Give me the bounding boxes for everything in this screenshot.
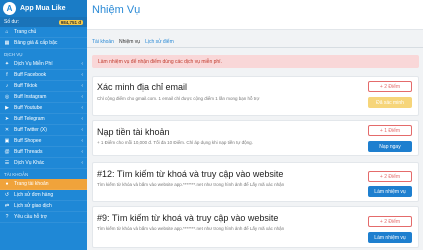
sidebar-item-threads[interactable]: @ Buff Threads ‹ (0, 147, 87, 158)
tab-points-history[interactable]: Lịch sử điểm (145, 39, 174, 45)
gift-icon: ✦ (4, 61, 10, 67)
sidebar-item-label: Yêu cầu hỗ trợ (14, 214, 48, 220)
task-description: Tìm kiếm từ khóa và bấm vào website app.… (97, 182, 285, 187)
chevron-left-icon: ‹ (81, 116, 83, 122)
transaction-icon: ⇄ (4, 203, 10, 209)
sidebar-item-label: Buff Facebook (14, 72, 47, 78)
points-badge: + 2 Điểm (368, 171, 412, 182)
sidebar-item-label: Lịch sử đơn hàng (14, 192, 54, 198)
sidebar-item-telegram[interactable]: ➤ Buff Telegram ‹ (0, 114, 87, 125)
sidebar-item-twitter[interactable]: ✕ Buff Twitter (X) ‹ (0, 125, 87, 136)
tabs: Tài khoản Nhiệm vụ Lịch sử điểm (92, 39, 174, 45)
verified-button[interactable]: Đã xác minh (368, 97, 412, 108)
balance-label: Số dư: (4, 19, 20, 25)
threads-icon: @ (4, 149, 10, 155)
sidebar-item-youtube[interactable]: ▶ Buff Youtube ‹ (0, 103, 87, 114)
sidebar-item-label: Trang tài khoản (14, 181, 49, 187)
page-title: Nhiệm Vụ (92, 4, 141, 16)
sidebar-item-label: Lịch sử giao dịch (14, 203, 52, 209)
sidebar-section-services: Dịch vụ (4, 52, 23, 57)
chevron-left-icon: ‹ (81, 94, 83, 100)
app-logo-icon: A (3, 2, 16, 15)
sidebar-item-support[interactable]: ? Yêu cầu hỗ trợ (0, 212, 87, 223)
sidebar-item-shopee[interactable]: ▣ Buff Shopee ‹ (0, 136, 87, 147)
sidebar-item-label: Buff Youtube (14, 105, 43, 111)
sidebar-item-label: Buff Telegram (14, 116, 45, 122)
sidebar-item-label: Buff Shopee (14, 138, 42, 144)
sidebar-item-label: Buff Threads (14, 149, 43, 155)
support-icon: ? (5, 214, 9, 220)
sidebar-item-instagram[interactable]: ◎ Buff Instagram ‹ (0, 92, 87, 103)
top-up-now-button[interactable]: Nạp ngay (368, 141, 412, 152)
tab-account[interactable]: Tài khoản (92, 39, 114, 45)
sidebar-item-pricing[interactable]: ▦ Bảng giá & cấp bậc (0, 38, 87, 49)
task-card-top-up: Nạp tiền tài khoản + 1 Điểm cho mỗi 10,0… (92, 120, 419, 156)
points-badge: + 1 Điểm (368, 125, 412, 136)
shopee-icon: ▣ (4, 138, 10, 144)
sidebar-item-home[interactable]: ⌂ Trang chủ (0, 27, 87, 38)
chevron-left-icon: ‹ (81, 160, 83, 166)
chevron-left-icon: ‹ (81, 138, 83, 144)
youtube-icon: ▶ (5, 105, 9, 111)
task-description: + 1 Điểm cho mỗi 10,000 đ. Tối đa 10 Điể… (97, 140, 253, 145)
topbar: Nhiệm Vụ (87, 0, 423, 30)
twitter-icon: ✕ (4, 127, 10, 133)
sidebar-item-other-services[interactable]: ☰ Dịch Vụ Khác ‹ (0, 158, 87, 169)
chevron-left-icon: ‹ (81, 127, 83, 133)
tabs-divider (87, 47, 423, 48)
sidebar-item-label: Trang chủ (14, 29, 37, 35)
info-alert: Làm nhiệm vụ để nhận điểm dùng các dịch … (92, 55, 419, 68)
task-title: Nạp tiền tài khoản (97, 127, 170, 137)
sidebar-item-free-services[interactable]: ✦ Dịch Vụ Miễn Phí ‹ (0, 59, 87, 70)
instagram-icon: ◎ (4, 94, 10, 100)
tab-tasks[interactable]: Nhiệm vụ (119, 39, 140, 45)
sidebar-item-tiktok[interactable]: ♪ Buff Tiktok ‹ (0, 81, 87, 92)
grid-icon: ▦ (4, 40, 10, 46)
balance-badge: 984,751 đ (58, 19, 83, 25)
sidebar-item-order-history[interactable]: ↺ Lịch sử đơn hàng (0, 190, 87, 201)
user-icon: ● (5, 181, 9, 187)
points-badge: + 2 Điểm (368, 81, 412, 92)
sidebar-item-transaction-history[interactable]: ⇄ Lịch sử giao dịch (0, 201, 87, 212)
task-title: Xác minh địa chỉ email (97, 82, 188, 92)
task-title: #9: Tìm kiếm từ khoá và truy cập vào web… (97, 213, 279, 223)
brand[interactable]: A App Mua Like (0, 0, 87, 17)
chevron-left-icon: ‹ (81, 149, 83, 155)
main-content: Nhiệm Vụ Tài khoản Nhiệm vụ Lịch sử điểm… (87, 0, 423, 250)
sidebar-item-label: Bảng giá & cấp bậc (14, 40, 58, 46)
task-card-verify-email: Xác minh địa chỉ email Chỉ cộng điểm cho… (92, 76, 419, 116)
task-card-keyword-12: #12: Tìm kiếm từ khoá và truy cập vào we… (92, 162, 419, 202)
do-task-button[interactable]: Làm nhiệm vụ (368, 186, 412, 197)
telegram-icon: ➤ (4, 116, 10, 122)
sidebar-item-label: Dịch Vụ Khác (14, 160, 45, 166)
more-icon: ☰ (4, 160, 10, 166)
brand-name: App Mua Like (20, 5, 66, 12)
history-icon: ↺ (4, 192, 10, 198)
sidebar-item-label: Buff Instagram (14, 94, 47, 100)
points-badge: + 2 Điểm (368, 216, 412, 227)
balance-row: Số dư: 984,751 đ (0, 17, 87, 27)
sidebar-item-account-page[interactable]: ● Trang tài khoản (0, 179, 87, 190)
sidebar: A App Mua Like Số dư: 984,751 đ ⌂ Trang … (0, 0, 87, 250)
sidebar-item-label: Buff Twitter (X) (14, 127, 47, 133)
chevron-left-icon: ‹ (81, 105, 83, 111)
tiktok-icon: ♪ (5, 83, 9, 89)
facebook-icon: f (6, 72, 8, 78)
do-task-button[interactable]: Làm nhiệm vụ (368, 232, 412, 243)
task-title: #12: Tìm kiếm từ khoá và truy cập vào we… (97, 169, 284, 179)
chevron-left-icon: ‹ (81, 83, 83, 89)
chevron-left-icon: ‹ (81, 72, 83, 78)
sidebar-item-facebook[interactable]: f Buff Facebook ‹ (0, 70, 87, 81)
chevron-left-icon: ‹ (81, 61, 83, 67)
task-card-keyword-9: #9: Tìm kiếm từ khoá và truy cập vào web… (92, 206, 419, 248)
sidebar-item-label: Dịch Vụ Miễn Phí (14, 61, 53, 67)
task-description: Tìm kiếm từ khóa và bấm vào website app.… (97, 226, 285, 231)
home-icon: ⌂ (5, 29, 9, 35)
sidebar-section-account: Tài khoản (4, 172, 29, 177)
sidebar-item-label: Buff Tiktok (14, 83, 38, 89)
task-description: Chỉ cộng điểm cho gmail.com. 1 email chỉ… (97, 96, 260, 101)
